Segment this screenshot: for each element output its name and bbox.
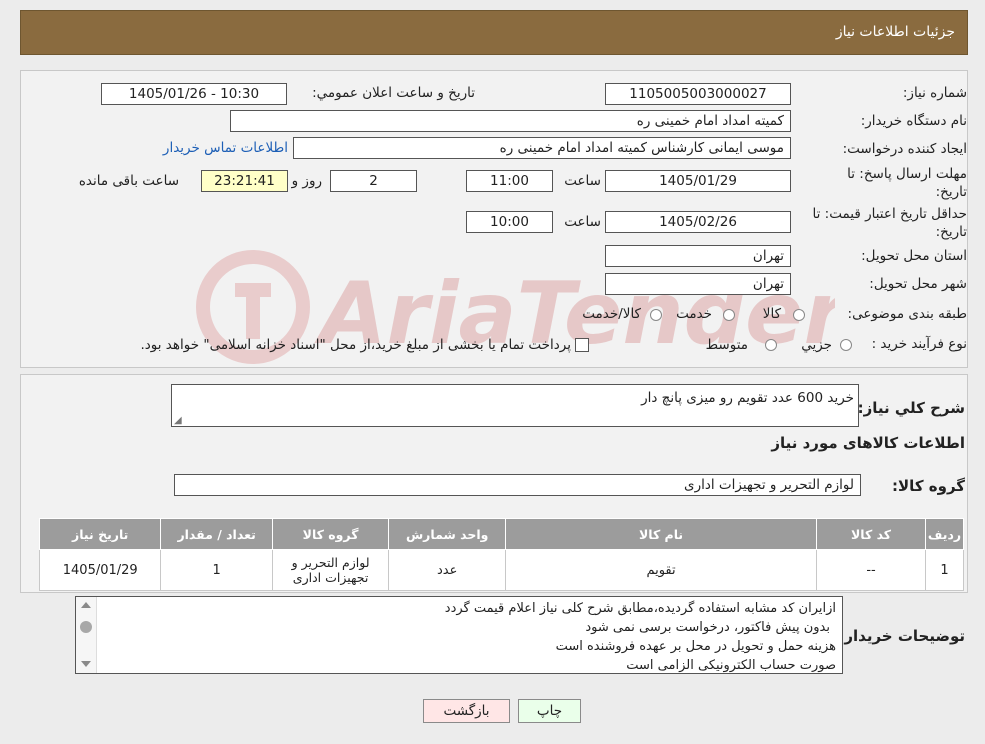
deadline-time-label: ساعت bbox=[564, 173, 601, 189]
process-label: نوع فرآیند خرید : bbox=[871, 336, 967, 352]
cell-name: تقویم bbox=[505, 549, 818, 591]
process-radio-small[interactable] bbox=[840, 339, 852, 351]
scroll-thumb[interactable] bbox=[80, 621, 92, 633]
treasury-checkbox[interactable] bbox=[575, 338, 589, 352]
scroll-down-icon[interactable] bbox=[81, 661, 91, 667]
items-table: تاریخ نیاز تعداد / مقدار گروه کالا واحد … bbox=[38, 518, 964, 591]
process-radio-medium[interactable] bbox=[765, 339, 777, 351]
days-label: روز و bbox=[291, 173, 322, 189]
validity-label: حداقل تاریخ اعتبار قیمت: تا bbox=[812, 206, 967, 222]
remaining-time-field: 23:21:41 bbox=[201, 170, 288, 192]
group-label: گروه کالا: bbox=[892, 477, 965, 495]
cell-qty: 1 bbox=[160, 549, 273, 591]
category-option-goods: کالا bbox=[762, 306, 781, 322]
need-number-label: شماره نیاز: bbox=[902, 85, 967, 101]
announce-field: 1405/01/26 - 10:30 bbox=[101, 83, 287, 105]
creator-label: ایجاد کننده درخواست: bbox=[842, 141, 967, 157]
table-header-row: تاریخ نیاز تعداد / مقدار گروه کالا واحد … bbox=[38, 518, 964, 550]
validity-label-2: تاریخ: bbox=[935, 224, 967, 240]
cell-unit: عدد bbox=[388, 549, 507, 591]
announce-label: تاریخ و ساعت اعلان عمومي: bbox=[312, 85, 475, 101]
resize-grip-icon[interactable]: ◢ bbox=[174, 416, 182, 426]
buyer-org-field: کمیته امداد امام خمینی ره bbox=[230, 110, 791, 132]
deadline-date-field: 1405/01/29 bbox=[605, 170, 791, 192]
category-radio-service[interactable] bbox=[723, 309, 735, 321]
cell-need-date: 1405/01/29 bbox=[38, 549, 162, 591]
back-button[interactable]: بازگشت bbox=[423, 699, 510, 723]
category-option-service: خدمت bbox=[676, 306, 712, 322]
city-label: شهر محل تحویل: bbox=[869, 276, 967, 292]
validity-time-label: ساعت bbox=[564, 214, 601, 230]
province-label: استان محل تحویل: bbox=[861, 248, 967, 264]
category-radio-goods[interactable] bbox=[793, 309, 805, 321]
desc-label: شرح کلي نیاز: bbox=[857, 399, 965, 417]
table-row: 1405/01/29 1 لوازم التحریر و تجهیزات ادا… bbox=[38, 549, 964, 591]
page-header: جزئیات اطلاعات نیاز bbox=[20, 10, 968, 55]
goods-info-title: اطلاعات کالاهای مورد نیاز bbox=[771, 434, 965, 452]
category-radio-goods-service[interactable] bbox=[650, 309, 662, 321]
page-title: جزئیات اطلاعات نیاز bbox=[835, 24, 955, 40]
col-qty: تعداد / مقدار bbox=[160, 518, 273, 550]
creator-field: موسی ایمانی کارشناس کمیته امداد امام خمی… bbox=[293, 137, 791, 159]
col-row: ردیف bbox=[925, 518, 964, 550]
col-unit: واحد شمارش bbox=[388, 518, 507, 550]
validity-date-field: 1405/02/26 bbox=[605, 211, 791, 233]
col-name: نام کالا bbox=[505, 518, 818, 550]
need-number-field: 1105005003000027 bbox=[605, 83, 791, 105]
remaining-label: ساعت باقی مانده bbox=[78, 173, 179, 189]
col-code: کد کالا bbox=[816, 518, 927, 550]
process-note: پرداخت تمام یا بخشی از مبلغ خرید،از محل … bbox=[140, 337, 571, 353]
notes-field: ازایران کد مشابه استفاده گردیده،مطابق شر… bbox=[75, 596, 843, 674]
group-field: لوازم التحریر و تجهیزات اداری bbox=[174, 474, 861, 496]
desc-field: خرید 600 عدد تقویم رو میزی پانچ دار ◢ bbox=[171, 384, 859, 427]
process-option-medium: متوسط bbox=[705, 337, 748, 353]
col-group: گروه کالا bbox=[271, 518, 390, 550]
print-button[interactable]: چاپ bbox=[518, 699, 581, 723]
notes-line: ازایران کد مشابه استفاده گردیده،مطابق شر… bbox=[444, 601, 836, 616]
notes-line: هزینه حمل و تحویل در محل بر عهده فروشنده… bbox=[555, 639, 836, 654]
validity-time-field: 10:00 bbox=[466, 211, 553, 233]
buyer-org-label: نام دستگاه خریدار: bbox=[860, 113, 967, 129]
deadline-time-field: 11:00 bbox=[466, 170, 553, 192]
col-need-date: تاریخ نیاز bbox=[38, 518, 162, 550]
days-field: 2 bbox=[330, 170, 417, 192]
notes-label: توضیحات خریدار: bbox=[838, 627, 965, 645]
deadline-label-2: تاریخ: bbox=[935, 184, 967, 200]
category-label: طبقه بندی موضوعی: bbox=[847, 306, 967, 322]
cell-group: لوازم التحریر و تجهیزات اداری bbox=[271, 549, 390, 591]
process-option-small: جزیي bbox=[801, 337, 832, 353]
desc-text: خرید 600 عدد تقویم رو میزی پانچ دار bbox=[641, 390, 854, 406]
notes-scrollbar[interactable] bbox=[76, 597, 97, 673]
cell-row: 1 bbox=[925, 549, 964, 591]
cell-code: -- bbox=[816, 549, 927, 591]
buyer-contact-link[interactable]: اطلاعات تماس خریدار bbox=[163, 140, 288, 156]
deadline-label: مهلت ارسال پاسخ: تا bbox=[847, 166, 967, 182]
category-option-goods-service: کالا/خدمت bbox=[582, 306, 641, 322]
notes-line: صورت حساب الکترونیکی الزامی است bbox=[626, 658, 836, 673]
city-field: تهران bbox=[605, 273, 791, 295]
scroll-up-icon[interactable] bbox=[81, 602, 91, 608]
province-field: تهران bbox=[605, 245, 791, 267]
notes-line: بدون پیش فاکتور، درخواست برسی نمی شود bbox=[585, 620, 830, 635]
